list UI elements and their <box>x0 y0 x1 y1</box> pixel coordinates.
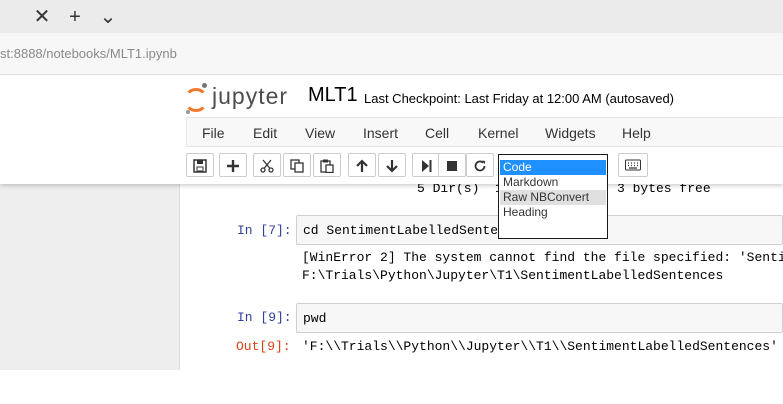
close-tab-icon[interactable]: ✕ <box>33 6 51 28</box>
move-down-button[interactable] <box>378 153 406 177</box>
run-icon <box>422 160 432 172</box>
save-icon <box>193 159 207 173</box>
cell-9-output: 'F:\\Trials\\Python\\Jupyter\\T1\\Sentim… <box>302 339 778 354</box>
menu-edit[interactable]: Edit <box>253 125 277 141</box>
cell-7-code: cd SentimentLabelledSenter <box>303 223 506 238</box>
arrow-down-icon <box>386 160 398 173</box>
cell-9-input-prompt: In [9]: <box>237 310 292 325</box>
jupyter-header: jupyter MLT1 Last Checkpoint: Last Frida… <box>0 76 783 184</box>
notebook-name[interactable]: MLT1 <box>308 84 358 107</box>
checkpoint-status: Last Checkpoint: Last Friday at 12:00 AM… <box>364 91 675 106</box>
tab-list-chevron-down-icon[interactable]: ⌄ <box>98 6 118 28</box>
move-up-button[interactable] <box>348 153 376 177</box>
interrupt-button[interactable] <box>438 153 466 177</box>
browser-tab-strip: ✕ + ⌄ <box>0 0 783 33</box>
menu-cell[interactable]: Cell <box>425 125 449 141</box>
cell-7-input-prompt: In [7]: <box>237 223 292 238</box>
restart-icon <box>474 160 486 172</box>
stop-icon <box>447 161 457 171</box>
menu-widgets[interactable]: Widgets <box>545 125 596 141</box>
cell-7-output-line-2: F:\Trials\Python\Jupyter\T1\SentimentLab… <box>302 268 724 283</box>
keyboard-icon <box>625 159 641 171</box>
plus-icon <box>227 160 239 172</box>
jupyter-logo-moon-small-icon <box>186 110 190 114</box>
menu-help[interactable]: Help <box>622 125 651 141</box>
arrow-up-icon <box>356 159 368 172</box>
page-bottom <box>0 370 783 404</box>
paste-button[interactable] <box>313 153 341 177</box>
url-text[interactable]: st:8888/notebooks/MLT1.ipynb <box>0 46 177 61</box>
site-left-margin <box>0 184 180 370</box>
save-button[interactable] <box>186 153 214 177</box>
paste-icon <box>320 159 334 173</box>
cell-9-code-input[interactable]: pwd <box>296 303 783 333</box>
copy-button[interactable] <box>283 153 311 177</box>
url-host-fragment: st <box>0 46 11 61</box>
menu-insert[interactable]: Insert <box>363 125 398 141</box>
menu-kernel[interactable]: Kernel <box>478 125 518 141</box>
cell-9-output-prompt: Out[9]: <box>236 339 291 354</box>
command-palette-button[interactable] <box>618 153 648 177</box>
run-button[interactable] <box>412 153 440 177</box>
notebook-container[interactable]: 5 Dir(s) 1 3 bytes free In [7]: cd Senti… <box>180 181 783 370</box>
address-bar[interactable]: st:8888/notebooks/MLT1.ipynb <box>0 33 783 75</box>
jupyter-logo[interactable]: jupyter <box>184 81 294 114</box>
copy-icon <box>290 159 304 173</box>
url-path: :8888/notebooks/MLT1.ipynb <box>10 46 177 61</box>
menu-file[interactable]: File <box>202 125 225 141</box>
menu-view[interactable]: View <box>305 125 335 141</box>
jupyter-logo-moon-icon <box>202 83 207 88</box>
insert-cell-button[interactable] <box>219 153 247 177</box>
cell-type-option-markdown[interactable]: Markdown <box>500 175 606 190</box>
new-tab-icon[interactable]: + <box>64 6 86 28</box>
jupyter-logo-text: jupyter <box>212 83 289 109</box>
jupyter-logo-ring-icon <box>184 88 208 112</box>
notebook-toolbar <box>186 151 783 179</box>
cut-icon <box>260 159 274 173</box>
cell-type-option-raw-nbconvert[interactable]: Raw NBConvert <box>500 190 606 205</box>
cell-type-dropdown[interactable]: Code Markdown Raw NBConvert Heading <box>498 154 608 239</box>
restart-button[interactable] <box>466 153 494 177</box>
cell-type-option-heading[interactable]: Heading <box>500 205 606 220</box>
cut-button[interactable] <box>253 153 281 177</box>
cell-7-output-line-1: [WinError 2] The system cannot find the … <box>302 250 783 265</box>
cell-9-code: pwd <box>303 311 327 326</box>
cell-type-option-code[interactable]: Code <box>500 160 606 175</box>
menu-bar: File Edit View Insert Cell Kernel Widget… <box>186 117 783 147</box>
